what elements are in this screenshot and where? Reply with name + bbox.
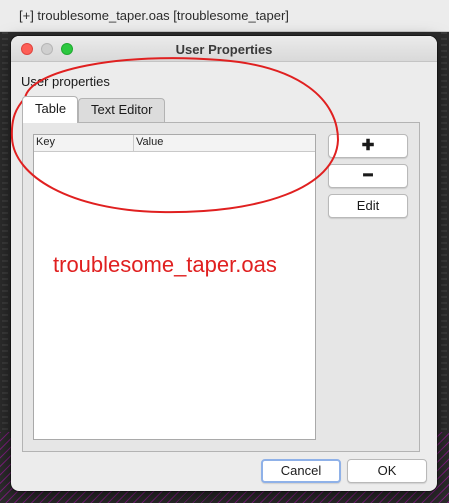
plus-icon: ✚ [361,137,375,154]
ok-button[interactable]: OK [347,459,427,483]
tab-text-editor[interactable]: Text Editor [78,98,165,122]
minus-icon: ━ [363,167,373,184]
remove-property-button[interactable]: ━ [328,164,408,188]
column-header-key[interactable]: Key [36,136,55,148]
tab-table[interactable]: Table [22,96,78,123]
column-divider[interactable] [133,135,134,152]
column-header-value[interactable]: Value [136,136,163,148]
edit-property-button[interactable]: Edit [328,194,408,218]
dialog-title: User Properties [175,42,273,57]
annotation-text: troublesome_taper.oas [53,252,277,277]
main-window-title: [+] troublesome_taper.oas [troublesome_t… [19,8,289,23]
table-header: Key Value [34,135,315,152]
properties-table[interactable]: Key Value [33,134,316,440]
add-property-button[interactable]: ✚ [328,134,408,158]
group-label: User properties [21,74,110,89]
cancel-button[interactable]: Cancel [261,459,341,483]
dialog-titlebar[interactable]: User Properties [11,36,437,62]
main-window-titlebar: [+] troublesome_taper.oas [troublesome_t… [0,0,449,32]
